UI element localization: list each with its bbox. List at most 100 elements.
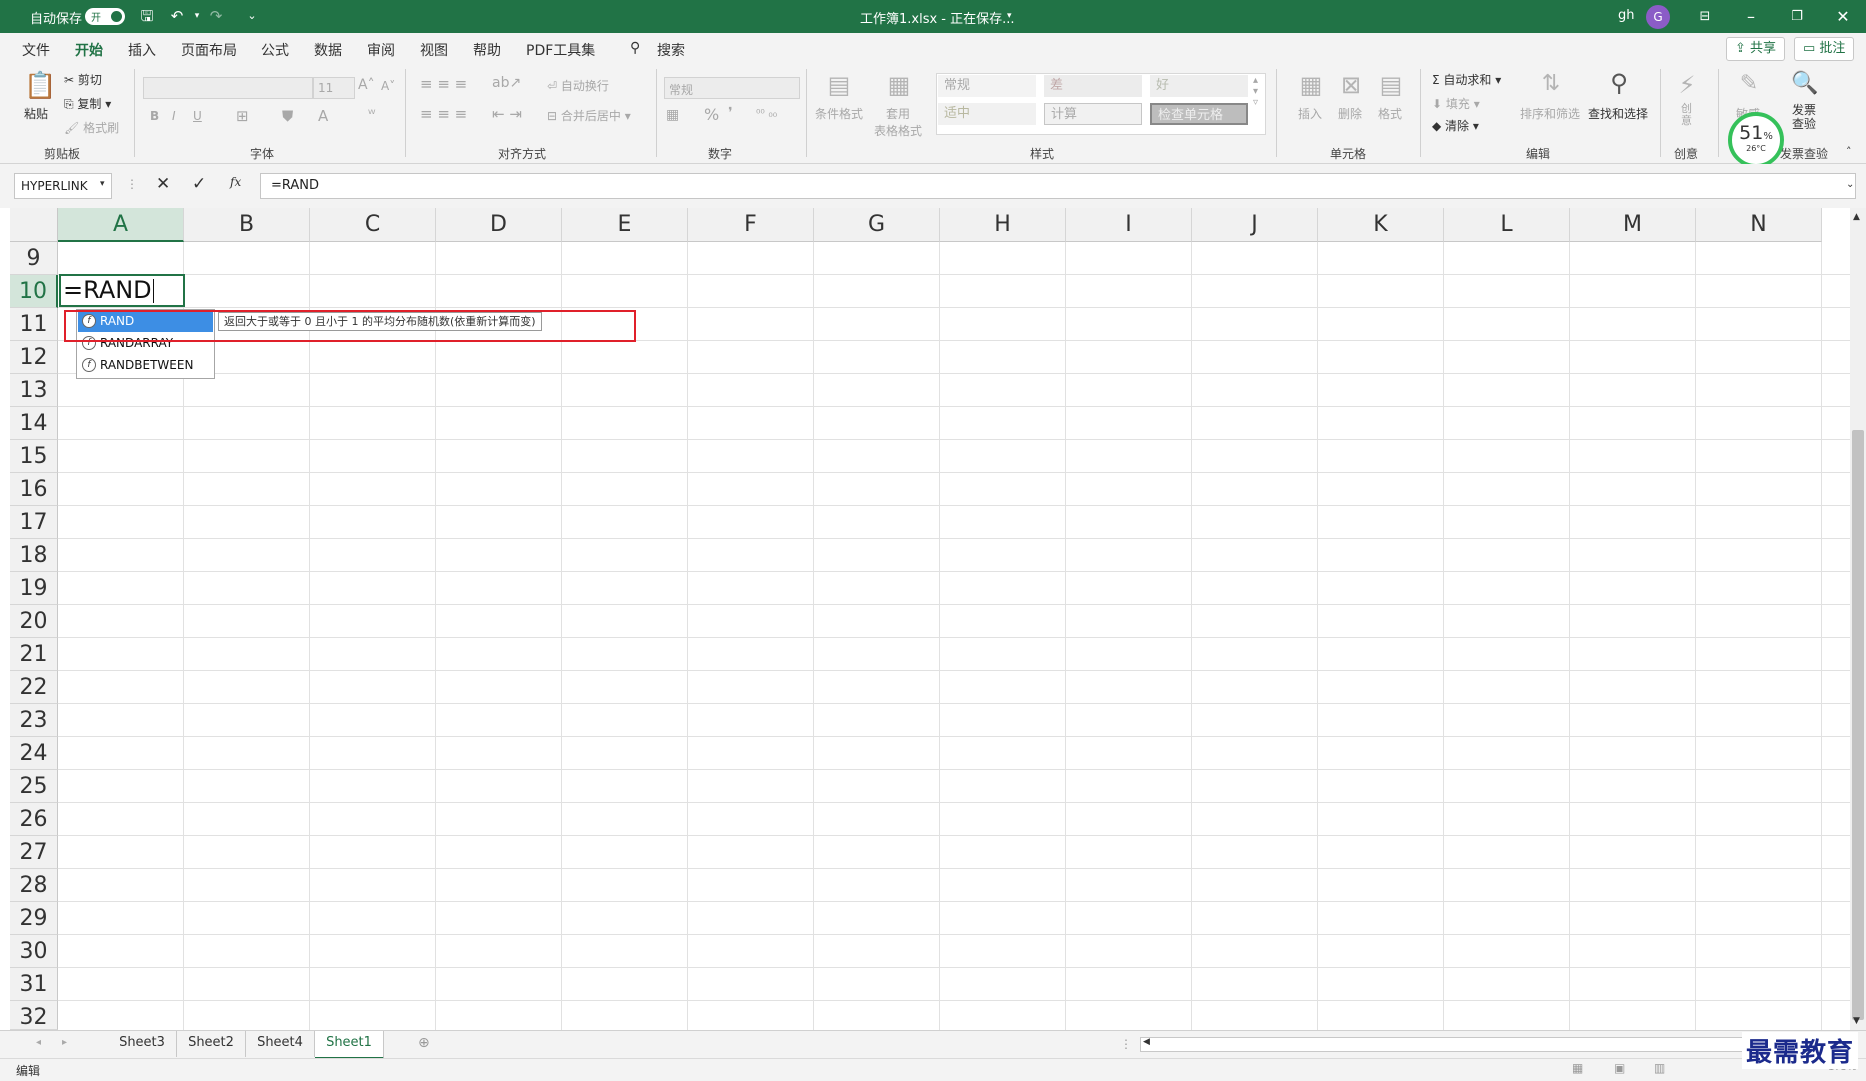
save-icon[interactable]: 🖫	[137, 6, 157, 26]
row-header[interactable]: 28	[10, 869, 58, 902]
sort-filter-icon[interactable]: ⇅	[1536, 71, 1566, 96]
column-header[interactable]: H	[940, 208, 1066, 242]
find-select-icon[interactable]: ⚲	[1604, 69, 1634, 97]
copy-button[interactable]: ⎘ 复制 ▾	[64, 95, 111, 112]
format-cells-label[interactable]: 格式	[1378, 105, 1402, 122]
sheet-tab-active[interactable]: Sheet1	[315, 1031, 384, 1060]
style-bad[interactable]: 差	[1044, 75, 1142, 97]
comments-button[interactable]: ▭ 批注	[1794, 37, 1855, 61]
table-format-label[interactable]: 套用 表格格式	[870, 105, 926, 139]
row-header[interactable]: 25	[10, 770, 58, 803]
row-header[interactable]: 22	[10, 671, 58, 704]
invoice-check-label[interactable]: 发票 查验	[1792, 103, 1816, 131]
column-header[interactable]: G	[814, 208, 940, 242]
formula-input[interactable]: =RAND	[260, 173, 1856, 199]
style-neutral[interactable]: 适中	[938, 103, 1036, 125]
find-select-label[interactable]: 查找和选择	[1588, 105, 1648, 122]
percent-button[interactable]: %	[704, 105, 719, 124]
page-layout-view-icon[interactable]: ▣	[1614, 1061, 1625, 1075]
font-color-icon[interactable]: A	[318, 107, 328, 125]
column-header[interactable]: I	[1066, 208, 1192, 242]
search-icon[interactable]: ⚲	[630, 40, 640, 56]
search-label[interactable]: 搜索	[657, 40, 685, 60]
restore-icon[interactable]: ❐	[1774, 0, 1820, 33]
tab-pdf-tools[interactable]: PDF工具集	[526, 40, 595, 60]
expand-formula-icon[interactable]: ⌄	[1846, 179, 1854, 190]
style-check-cell[interactable]: 检查单元格	[1150, 103, 1248, 125]
column-header[interactable]: B	[184, 208, 310, 242]
tab-formulas[interactable]: 公式	[261, 40, 289, 60]
name-box[interactable]: HYPERLINK	[14, 173, 112, 199]
autosave-toggle[interactable]: 开	[85, 8, 125, 25]
tab-page-layout[interactable]: 页面布局	[181, 40, 237, 60]
column-header[interactable]: M	[1570, 208, 1696, 242]
conditional-format-icon[interactable]: ▤	[824, 71, 854, 99]
share-button[interactable]: ⇪ 共享	[1726, 37, 1786, 61]
row-header[interactable]: 21	[10, 638, 58, 671]
row-header[interactable]: 18	[10, 539, 58, 572]
minimize-icon[interactable]: –	[1728, 0, 1774, 33]
invoice-check-icon[interactable]: 🔍	[1790, 71, 1820, 96]
shrink-font-icon[interactable]: A˅	[381, 79, 395, 93]
gallery-scroll-icon[interactable]: ▴ ▾ ▿	[1253, 75, 1258, 108]
tab-insert[interactable]: 插入	[128, 40, 156, 60]
scroll-up-icon[interactable]: ▲	[1853, 212, 1860, 222]
currency-icon[interactable]: ▦	[666, 107, 679, 123]
insert-function-icon[interactable]: fx	[230, 175, 241, 189]
borders-icon[interactable]: ⊞	[236, 107, 249, 125]
decimal-icon[interactable]: ⁰⁰ ₀₀	[756, 107, 777, 120]
font-size-field[interactable]: 11	[313, 77, 355, 99]
tab-home[interactable]: 开始	[75, 40, 103, 66]
title-dropdown-icon[interactable]: ▾	[1007, 11, 1012, 21]
indent-icon[interactable]: ⇤ ⇥	[492, 105, 522, 123]
vertical-scroll-thumb[interactable]	[1852, 430, 1864, 1020]
delete-cells-label[interactable]: 删除	[1338, 105, 1362, 122]
tab-split-grip-icon[interactable]: ⋮	[1120, 1037, 1132, 1051]
align-left-icon[interactable]: ≡ ≡ ≡	[420, 105, 467, 123]
sheet-tab[interactable]: Sheet4	[246, 1031, 315, 1057]
row-header[interactable]: 31	[10, 968, 58, 1001]
row-header[interactable]: 10	[10, 275, 58, 308]
row-header[interactable]: 29	[10, 902, 58, 935]
bold-button[interactable]: B	[150, 109, 159, 123]
insert-cells-label[interactable]: 插入	[1298, 105, 1322, 122]
insert-cells-icon[interactable]: ▦	[1296, 71, 1326, 99]
column-header[interactable]: F	[688, 208, 814, 242]
paste-icon[interactable]: 📋	[24, 71, 56, 101]
avatar[interactable]: G	[1646, 5, 1670, 29]
merge-center-button[interactable]: ⊟ 合并后居中 ▾	[547, 107, 631, 124]
redo-icon[interactable]: ↷	[206, 6, 226, 26]
autocomplete-item[interactable]: f RANDBETWEEN	[78, 355, 213, 376]
add-sheet-icon[interactable]: ⊕	[418, 1035, 430, 1051]
creative-icon[interactable]: ⚡	[1672, 71, 1702, 99]
column-header[interactable]: K	[1318, 208, 1444, 242]
enter-icon[interactable]: ✓	[192, 174, 206, 194]
row-header[interactable]: 30	[10, 935, 58, 968]
column-header[interactable]: A	[58, 208, 184, 242]
tab-help[interactable]: 帮助	[473, 40, 501, 60]
sort-filter-label[interactable]: 排序和筛选	[1520, 105, 1580, 122]
table-format-icon[interactable]: ▦	[884, 71, 914, 99]
row-header[interactable]: 19	[10, 572, 58, 605]
fill-button[interactable]: ⬇ 填充 ▾	[1432, 95, 1480, 112]
creative-vertical-label[interactable]: 创意	[1681, 103, 1693, 127]
scroll-left-icon[interactable]: ◀	[1143, 1037, 1150, 1047]
grow-font-icon[interactable]: A˄	[358, 77, 375, 93]
fill-color-icon[interactable]: ⛊	[282, 107, 293, 125]
clear-button[interactable]: ◆ 清除 ▾	[1432, 117, 1479, 134]
row-header[interactable]: 13	[10, 374, 58, 407]
align-top-icon[interactable]: ≡ ≡ ≡	[420, 75, 467, 93]
row-header[interactable]: 12	[10, 341, 58, 374]
column-header[interactable]: L	[1444, 208, 1570, 242]
close-icon[interactable]: ✕	[1820, 0, 1866, 33]
column-header[interactable]: E	[562, 208, 688, 242]
tab-data[interactable]: 数据	[314, 40, 342, 60]
format-cells-icon[interactable]: ▤	[1376, 71, 1406, 99]
column-header[interactable]: D	[436, 208, 562, 242]
phonetic-icon[interactable]: ᵂ	[368, 107, 375, 121]
scroll-sheets-left-icon[interactable]: ◂	[36, 1037, 41, 1048]
tab-view[interactable]: 视图	[420, 40, 448, 60]
normal-view-icon[interactable]: ▦	[1572, 1061, 1583, 1075]
scroll-down-icon[interactable]: ▼	[1853, 1016, 1860, 1026]
row-header[interactable]: 16	[10, 473, 58, 506]
